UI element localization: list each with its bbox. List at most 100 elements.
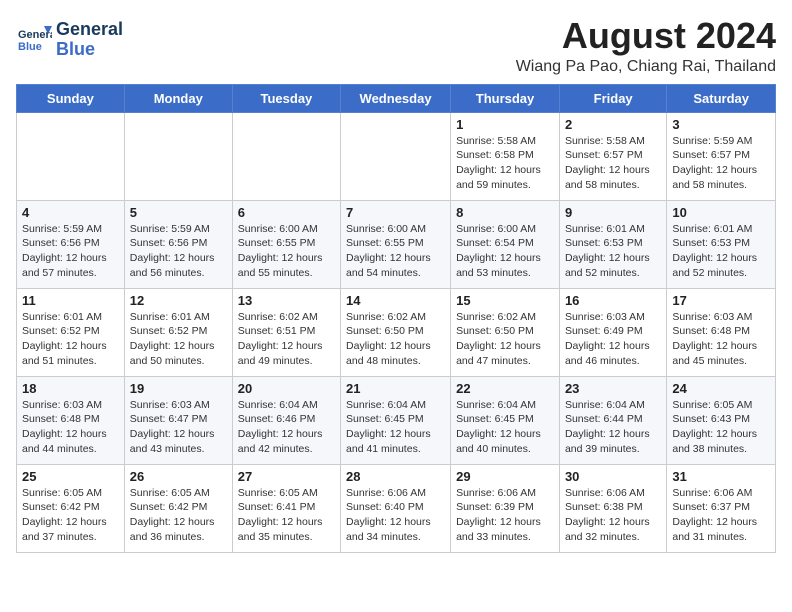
calendar-cell: 26 Sunrise: 6:05 AM Sunset: 6:42 PM Dayli… <box>124 464 232 552</box>
weekday-header-cell: Sunday <box>17 84 125 112</box>
calendar-cell: 3 Sunrise: 5:59 AM Sunset: 6:57 PM Daylig… <box>667 112 776 200</box>
cell-content: Sunrise: 5:58 AM Sunset: 6:57 PM Dayligh… <box>565 134 661 193</box>
cell-content: Sunrise: 6:03 AM Sunset: 6:48 PM Dayligh… <box>672 310 770 369</box>
calendar-cell <box>232 112 340 200</box>
day-number: 20 <box>238 381 335 396</box>
day-number: 13 <box>238 293 335 308</box>
weekday-header-cell: Saturday <box>667 84 776 112</box>
calendar-cell: 2 Sunrise: 5:58 AM Sunset: 6:57 PM Daylig… <box>559 112 666 200</box>
calendar-week-row: 1Sunrise: 5:58 AM Sunset: 6:58 PM Daylig… <box>17 112 776 200</box>
calendar-cell: 31Sunrise: 6:06 AM Sunset: 6:37 PM Dayli… <box>667 464 776 552</box>
cell-content: Sunrise: 6:02 AM Sunset: 6:50 PM Dayligh… <box>346 310 445 369</box>
cell-content: Sunrise: 6:05 AM Sunset: 6:43 PM Dayligh… <box>672 398 770 457</box>
cell-content: Sunrise: 6:02 AM Sunset: 6:51 PM Dayligh… <box>238 310 335 369</box>
day-number: 1 <box>456 117 554 132</box>
cell-content: Sunrise: 6:06 AM Sunset: 6:39 PM Dayligh… <box>456 486 554 545</box>
day-number: 27 <box>238 469 335 484</box>
weekday-header-cell: Monday <box>124 84 232 112</box>
cell-content: Sunrise: 6:03 AM Sunset: 6:47 PM Dayligh… <box>130 398 227 457</box>
day-number: 2 <box>565 117 661 132</box>
day-number: 16 <box>565 293 661 308</box>
day-number: 28 <box>346 469 445 484</box>
calendar-cell: 28 Sunrise: 6:06 AM Sunset: 6:40 PM Dayli… <box>341 464 451 552</box>
calendar-cell: 11Sunrise: 6:01 AM Sunset: 6:52 PM Dayli… <box>17 288 125 376</box>
calendar-cell: 8 Sunrise: 6:00 AM Sunset: 6:54 PM Daylig… <box>451 200 560 288</box>
day-number: 4 <box>22 205 119 220</box>
calendar-cell: 29Sunrise: 6:06 AM Sunset: 6:39 PM Dayli… <box>451 464 560 552</box>
calendar-cell: 27Sunrise: 6:05 AM Sunset: 6:41 PM Dayli… <box>232 464 340 552</box>
location: Wiang Pa Pao, Chiang Rai, Thailand <box>516 58 776 76</box>
day-number: 6 <box>238 205 335 220</box>
cell-content: Sunrise: 6:05 AM Sunset: 6:42 PM Dayligh… <box>130 486 227 545</box>
calendar-cell: 7 Sunrise: 6:00 AM Sunset: 6:55 PM Daylig… <box>341 200 451 288</box>
day-number: 5 <box>130 205 227 220</box>
calendar-cell: 4 Sunrise: 5:59 AM Sunset: 6:56 PM Daylig… <box>17 200 125 288</box>
calendar-cell: 24Sunrise: 6:05 AM Sunset: 6:43 PM Dayli… <box>667 376 776 464</box>
calendar-cell: 13 Sunrise: 6:02 AM Sunset: 6:51 PM Dayli… <box>232 288 340 376</box>
calendar-cell: 12 Sunrise: 6:01 AM Sunset: 6:52 PM Dayli… <box>124 288 232 376</box>
logo-text: General Blue <box>56 20 123 60</box>
calendar-week-row: 25 Sunrise: 6:05 AM Sunset: 6:42 PM Dayli… <box>17 464 776 552</box>
cell-content: Sunrise: 5:59 AM Sunset: 6:57 PM Dayligh… <box>672 134 770 193</box>
calendar-cell: 14Sunrise: 6:02 AM Sunset: 6:50 PM Dayli… <box>341 288 451 376</box>
cell-content: Sunrise: 5:59 AM Sunset: 6:56 PM Dayligh… <box>22 222 119 281</box>
cell-content: Sunrise: 6:01 AM Sunset: 6:53 PM Dayligh… <box>672 222 770 281</box>
calendar-cell: 20 Sunrise: 6:04 AM Sunset: 6:46 PM Dayli… <box>232 376 340 464</box>
weekday-header-cell: Wednesday <box>341 84 451 112</box>
cell-content: Sunrise: 6:06 AM Sunset: 6:40 PM Dayligh… <box>346 486 445 545</box>
day-number: 15 <box>456 293 554 308</box>
cell-content: Sunrise: 6:04 AM Sunset: 6:46 PM Dayligh… <box>238 398 335 457</box>
calendar-cell <box>124 112 232 200</box>
logo-line1: General <box>56 19 123 39</box>
title-area: August 2024 Wiang Pa Pao, Chiang Rai, Th… <box>516 16 776 76</box>
logo-icon: General Blue <box>16 22 52 58</box>
day-number: 26 <box>130 469 227 484</box>
day-number: 3 <box>672 117 770 132</box>
calendar-week-row: 4 Sunrise: 5:59 AM Sunset: 6:56 PM Daylig… <box>17 200 776 288</box>
day-number: 7 <box>346 205 445 220</box>
calendar-cell: 10 Sunrise: 6:01 AM Sunset: 6:53 PM Dayli… <box>667 200 776 288</box>
calendar-table: SundayMondayTuesdayWednesdayThursdayFrid… <box>16 84 776 553</box>
calendar-cell <box>17 112 125 200</box>
day-number: 17 <box>672 293 770 308</box>
calendar-cell: 23Sunrise: 6:04 AM Sunset: 6:44 PM Dayli… <box>559 376 666 464</box>
calendar-week-row: 11 Sunrise: 6:01 AM Sunset: 6:52 PM Dayli… <box>17 288 776 376</box>
calendar-cell: 17 Sunrise: 6:03 AM Sunset: 6:48 PM Dayli… <box>667 288 776 376</box>
day-number: 10 <box>672 205 770 220</box>
calendar-week-row: 18 Sunrise: 6:03 AM Sunset: 6:48 PM Dayli… <box>17 376 776 464</box>
calendar-body: 1Sunrise: 5:58 AM Sunset: 6:58 PM Daylig… <box>17 112 776 552</box>
calendar-cell: 6Sunrise: 6:00 AM Sunset: 6:55 PM Daylig… <box>232 200 340 288</box>
cell-content: Sunrise: 6:03 AM Sunset: 6:48 PM Dayligh… <box>22 398 119 457</box>
svg-text:Blue: Blue <box>18 41 42 53</box>
day-number: 25 <box>22 469 119 484</box>
day-number: 8 <box>456 205 554 220</box>
calendar-cell: 30 Sunrise: 6:06 AM Sunset: 6:38 PM Dayli… <box>559 464 666 552</box>
cell-content: Sunrise: 6:00 AM Sunset: 6:55 PM Dayligh… <box>346 222 445 281</box>
cell-content: Sunrise: 6:00 AM Sunset: 6:54 PM Dayligh… <box>456 222 554 281</box>
calendar-cell: 25Sunrise: 6:05 AM Sunset: 6:42 PM Dayli… <box>17 464 125 552</box>
weekday-header-cell: Friday <box>559 84 666 112</box>
cell-content: Sunrise: 6:06 AM Sunset: 6:38 PM Dayligh… <box>565 486 661 545</box>
day-number: 31 <box>672 469 770 484</box>
day-number: 22 <box>456 381 554 396</box>
day-number: 11 <box>22 293 119 308</box>
day-number: 12 <box>130 293 227 308</box>
weekday-header-cell: Thursday <box>451 84 560 112</box>
day-number: 30 <box>565 469 661 484</box>
month-year: August 2024 <box>516 16 776 56</box>
calendar-cell: 18 Sunrise: 6:03 AM Sunset: 6:48 PM Dayli… <box>17 376 125 464</box>
cell-content: Sunrise: 6:04 AM Sunset: 6:44 PM Dayligh… <box>565 398 661 457</box>
cell-content: Sunrise: 6:01 AM Sunset: 6:52 PM Dayligh… <box>130 310 227 369</box>
cell-content: Sunrise: 5:59 AM Sunset: 6:56 PM Dayligh… <box>130 222 227 281</box>
weekday-header-cell: Tuesday <box>232 84 340 112</box>
page-header: General Blue General Blue August 2024 Wi… <box>16 16 776 76</box>
calendar-cell: 5 Sunrise: 5:59 AM Sunset: 6:56 PM Daylig… <box>124 200 232 288</box>
calendar-cell: 15Sunrise: 6:02 AM Sunset: 6:50 PM Dayli… <box>451 288 560 376</box>
cell-content: Sunrise: 6:03 AM Sunset: 6:49 PM Dayligh… <box>565 310 661 369</box>
day-number: 21 <box>346 381 445 396</box>
day-number: 19 <box>130 381 227 396</box>
calendar-cell: 9Sunrise: 6:01 AM Sunset: 6:53 PM Daylig… <box>559 200 666 288</box>
calendar-cell: 1Sunrise: 5:58 AM Sunset: 6:58 PM Daylig… <box>451 112 560 200</box>
day-number: 18 <box>22 381 119 396</box>
cell-content: Sunrise: 6:04 AM Sunset: 6:45 PM Dayligh… <box>456 398 554 457</box>
